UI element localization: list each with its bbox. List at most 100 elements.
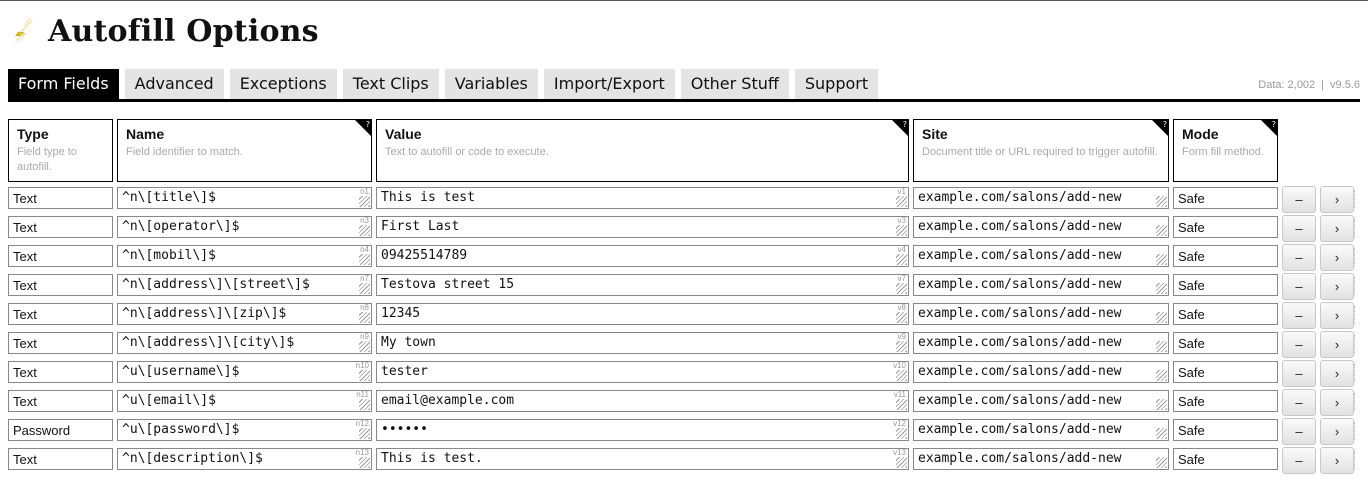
tab-variables[interactable]: Variables — [444, 69, 538, 99]
remove-row-button[interactable]: – — [1282, 389, 1316, 416]
mode-select[interactable]: Safe — [1173, 303, 1278, 325]
value-field[interactable]: My town v9 — [376, 332, 909, 354]
resize-grip-icon[interactable] — [1156, 370, 1167, 381]
help-icon[interactable]: ? — [355, 120, 371, 136]
resize-grip-icon[interactable] — [1156, 225, 1167, 236]
site-field[interactable]: example.com/salons/add-new — [913, 303, 1169, 325]
name-field[interactable]: ^n\[description\]$ n13 — [117, 448, 372, 470]
type-select[interactable]: Text — [8, 332, 113, 354]
resize-grip-icon[interactable] — [1156, 254, 1167, 265]
name-field[interactable]: ^u\[username\]$ n10 — [117, 361, 372, 383]
resize-grip-icon[interactable] — [359, 428, 370, 439]
mode-select[interactable]: Safe — [1173, 187, 1278, 209]
resize-grip-icon[interactable] — [359, 370, 370, 381]
more-options-button[interactable]: › — [1320, 186, 1354, 213]
row-handle[interactable] — [1354, 190, 1358, 208]
resize-grip-icon[interactable] — [1156, 312, 1167, 323]
mode-select[interactable]: Safe — [1173, 216, 1278, 238]
site-field[interactable]: example.com/salons/add-new — [913, 274, 1169, 296]
resize-grip-icon[interactable] — [1156, 399, 1167, 410]
resize-grip-icon[interactable] — [1156, 428, 1167, 439]
mode-select[interactable]: Safe — [1173, 419, 1278, 441]
name-field[interactable]: ^n\[address\]\[zip\]$ n8 — [117, 303, 372, 325]
help-icon[interactable]: ? — [1261, 120, 1277, 136]
mode-select[interactable]: Safe — [1173, 448, 1278, 470]
row-handle[interactable] — [1354, 219, 1358, 237]
site-field[interactable]: example.com/salons/add-new — [913, 390, 1169, 412]
row-handle[interactable] — [1354, 335, 1358, 353]
name-field[interactable]: ^n\[address\]\[street\]$ n7 — [117, 274, 372, 296]
resize-grip-icon[interactable] — [896, 196, 907, 207]
tab-text-clips[interactable]: Text Clips — [342, 69, 439, 99]
site-field[interactable]: example.com/salons/add-new — [913, 419, 1169, 441]
name-field[interactable]: ^n\[title\]$ n1 — [117, 187, 372, 209]
resize-grip-icon[interactable] — [359, 225, 370, 236]
help-icon[interactable]: ? — [892, 120, 908, 136]
more-options-button[interactable]: › — [1320, 447, 1354, 474]
more-options-button[interactable]: › — [1320, 360, 1354, 387]
more-options-button[interactable]: › — [1320, 389, 1354, 416]
resize-grip-icon[interactable] — [896, 457, 907, 468]
resize-grip-icon[interactable] — [359, 283, 370, 294]
resize-grip-icon[interactable] — [359, 196, 370, 207]
resize-grip-icon[interactable] — [896, 225, 907, 236]
name-field[interactable]: ^n\[address\]\[city\]$ n9 — [117, 332, 372, 354]
resize-grip-icon[interactable] — [359, 254, 370, 265]
row-handle[interactable] — [1354, 451, 1358, 469]
value-field[interactable]: 12345 v8 — [376, 303, 909, 325]
remove-row-button[interactable]: – — [1282, 418, 1316, 445]
resize-grip-icon[interactable] — [1156, 341, 1167, 352]
remove-row-button[interactable]: – — [1282, 273, 1316, 300]
value-field[interactable]: This is test v1 — [376, 187, 909, 209]
row-handle[interactable] — [1354, 306, 1358, 324]
tab-advanced[interactable]: Advanced — [124, 69, 224, 99]
mode-select[interactable]: Safe — [1173, 332, 1278, 354]
resize-grip-icon[interactable] — [896, 283, 907, 294]
site-field[interactable]: example.com/salons/add-new — [913, 245, 1169, 267]
value-field[interactable]: 09425514789 v4 — [376, 245, 909, 267]
more-options-button[interactable]: › — [1320, 331, 1354, 358]
name-field[interactable]: ^u\[email\]$ n11 — [117, 390, 372, 412]
tab-import-export[interactable]: Import/Export — [543, 69, 675, 99]
remove-row-button[interactable]: – — [1282, 186, 1316, 213]
type-select[interactable]: Text — [8, 448, 113, 470]
tab-other-stuff[interactable]: Other Stuff — [680, 69, 789, 99]
type-select[interactable]: Text — [8, 274, 113, 296]
resize-grip-icon[interactable] — [359, 312, 370, 323]
row-handle[interactable] — [1354, 277, 1358, 295]
site-field[interactable]: example.com/salons/add-new — [913, 216, 1169, 238]
mode-select[interactable]: Safe — [1173, 245, 1278, 267]
resize-grip-icon[interactable] — [359, 399, 370, 410]
resize-grip-icon[interactable] — [896, 399, 907, 410]
more-options-button[interactable]: › — [1320, 418, 1354, 445]
tab-support[interactable]: Support — [794, 69, 879, 99]
more-options-button[interactable]: › — [1320, 244, 1354, 271]
type-select[interactable]: Password — [8, 419, 113, 441]
site-field[interactable]: example.com/salons/add-new — [913, 361, 1169, 383]
resize-grip-icon[interactable] — [1156, 457, 1167, 468]
mode-select[interactable]: Safe — [1173, 274, 1278, 296]
type-select[interactable]: Text — [8, 187, 113, 209]
type-select[interactable]: Text — [8, 303, 113, 325]
tab-exceptions[interactable]: Exceptions — [229, 69, 337, 99]
type-select[interactable]: Text — [8, 216, 113, 238]
resize-grip-icon[interactable] — [896, 370, 907, 381]
type-select[interactable]: Text — [8, 245, 113, 267]
resize-grip-icon[interactable] — [359, 341, 370, 352]
type-select[interactable]: Text — [8, 361, 113, 383]
mode-select[interactable]: Safe — [1173, 361, 1278, 383]
value-field[interactable]: email@example.com v11 — [376, 390, 909, 412]
more-options-button[interactable]: › — [1320, 273, 1354, 300]
row-handle[interactable] — [1354, 422, 1358, 440]
more-options-button[interactable]: › — [1320, 302, 1354, 329]
value-field[interactable]: tester v10 — [376, 361, 909, 383]
more-options-button[interactable]: › — [1320, 215, 1354, 242]
name-field[interactable]: ^u\[password\]$ n12 — [117, 419, 372, 441]
value-field[interactable]: First Last v3 — [376, 216, 909, 238]
remove-row-button[interactable]: – — [1282, 331, 1316, 358]
value-field[interactable]: This is test. v13 — [376, 448, 909, 470]
help-icon[interactable]: ? — [1152, 120, 1168, 136]
tab-form-fields[interactable]: Form Fields — [8, 69, 119, 99]
resize-grip-icon[interactable] — [1156, 196, 1167, 207]
resize-grip-icon[interactable] — [1156, 283, 1167, 294]
